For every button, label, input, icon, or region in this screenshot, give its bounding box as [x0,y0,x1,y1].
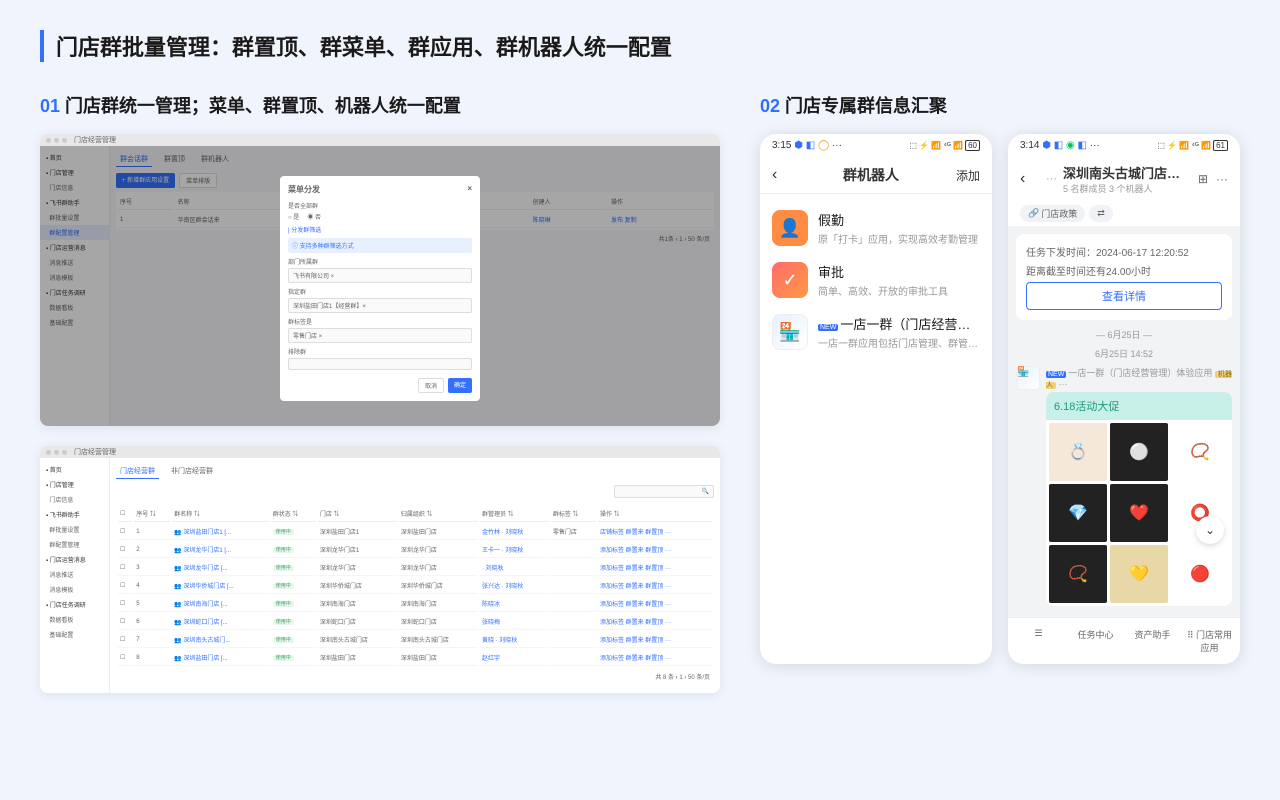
sidebar-item[interactable]: 群批量设置 [40,522,109,537]
chat-title: 深圳南头古城门店【... ▸ [1063,163,1192,182]
desktop-screenshot-1: 门店经营管理 ▪ 首页▪ 门店管理 门店信息▪ 飞书群助手 群批量设置 群配置管… [40,134,720,426]
sidebar-item[interactable]: 消息推送 [40,567,109,582]
table-row[interactable]: ☐6👥 深圳蛇口门店 [...使用中深圳蛇口门店深圳蛇口门店张晓梅添加标签 群置… [118,614,712,630]
dept-input[interactable]: 飞书有限公司 × [288,268,472,283]
search-input[interactable]: 🔍 [614,485,714,498]
sidebar-item[interactable]: ▪ 门店管理 [40,477,109,492]
sidebar-item[interactable]: 数据看板 [40,612,109,627]
policy-chip[interactable]: 🔗 门店政策 [1020,205,1085,222]
confirm-button[interactable]: 确定 [448,378,472,393]
scope-input[interactable]: 零售门店 × [288,328,472,343]
add-button[interactable]: 添加 [950,167,980,184]
sidebar-item[interactable]: 消息模板 [40,582,109,597]
distribute-modal: 菜单分发× 是否全部群 ○ 是 ◉ 否 | 分发群筛选 ⓘ 支持多种群筛选方式 … [280,176,480,401]
menu-icon[interactable]: ☰ [1012,624,1065,658]
sidebar-item[interactable]: ▪ 飞书群助手 [40,507,109,522]
sidebar-item[interactable]: ▪ 门店运营消息 [40,552,109,567]
cancel-button[interactable]: 取消 [418,378,444,393]
tab-task[interactable]: 任务中心 [1069,624,1122,658]
section-1-title: 01 门店群统一管理；菜单、群置顶、机器人统一配置 [40,92,720,118]
tab[interactable]: 门店经营群 [116,464,159,479]
back-icon[interactable]: ‹ [772,166,792,184]
main-title: 门店群批量管理：群置顶、群菜单、群应用、群机器人统一配置 [40,30,1240,62]
scroll-down-button[interactable]: ⌄ [1196,516,1224,544]
table-row[interactable]: ☐8👥 深圳盐田门店 [...使用中深圳盐田门店深圳盐田门店赵红宇添加标签 群置… [118,650,712,666]
bot-item[interactable]: ✓审批简单、高效、开放的审批工具 [772,254,980,306]
page-title: 群机器人 [792,165,950,185]
sidebar-item[interactable]: 门店信息 [40,492,109,507]
table-row[interactable]: ☐7👥 深圳南头古城门... 使用中深圳南头古城门店深圳南头古城门店黄晓 · 刘… [118,632,712,648]
target-input[interactable]: 深圳盐田门店1【经营群】× [288,298,472,313]
table-row[interactable]: ☐1👥 深圳盐田门店1 [...使用中深圳盐田门店1深圳盐田门店金竹林 · 刘晓… [118,524,712,540]
radio-yes[interactable]: ○ 是 [288,212,299,221]
more-icon[interactable]: ··· [1216,172,1228,186]
sidebar-item[interactable]: ▪ 首页 [40,462,109,477]
table-row[interactable]: ☐3👥 深圳龙华门店 [...使用中深圳龙华门店深圳龙华门店· 刘晓秋添加标签 … [118,560,712,576]
radio-no[interactable]: ◉ 否 [307,212,321,221]
view-details-button[interactable]: 查看详情 [1026,282,1222,310]
exclude-input[interactable] [288,358,472,370]
desktop-screenshot-2: 门店经营管理 ▪ 首页▪ 门店管理 门店信息▪ 飞书群助手 群批量设置 群配置管… [40,446,720,693]
sidebar-item[interactable]: 基础配置 [40,627,109,642]
phone-screenshot-1: 3:15 ⬢ ◧ ◯ ··· ⬚ ⚡ 📶 ⁴ᴳ 📶 60 ‹ 群机器人 添加 👤… [760,134,992,664]
swap-chip[interactable]: ⇄ [1089,205,1113,222]
tab-apps[interactable]: ⠿ 门店常用应用 [1183,624,1236,658]
close-icon[interactable]: × [467,184,472,195]
section-2-title: 02 门店专属群信息汇聚 [760,92,1240,118]
promo-title: 6.18活动大促 [1046,392,1232,420]
table-row[interactable]: ☐2👥 深圳龙华门店1 [...使用中深圳龙华门店1深圳龙华门店王卡一 · 刘晓… [118,542,712,558]
bot-item[interactable]: 👤假勤原「打卡」应用，实现高效考勤管理 [772,202,980,254]
table-row[interactable]: ☐4👥 深圳华侨城门店 [...使用中深圳华侨城门店深圳华侨城门店张兴达 · 刘… [118,578,712,594]
sidebar-item[interactable]: ▪ 门店任务调研 [40,597,109,612]
table-row[interactable]: ☐5👥 深圳南海门店 [...使用中深圳南海门店深圳南海门店陈晓冰添加标签 群置… [118,596,712,612]
avatar: 🏪 [1016,366,1040,390]
video-icon[interactable]: ⊞ [1198,172,1208,186]
sidebar-item[interactable]: 群配置管理 [40,537,109,552]
back-icon[interactable]: ‹ [1020,170,1040,188]
tab-asset[interactable]: 资产助手 [1126,624,1179,658]
bot-item[interactable]: 🏪NEW一店一群（门店经营管理）体...一店一群应用包括门店管理、群管理、... [772,306,980,358]
phone-screenshot-2: 3:14 ⬢ ◧ ◉ ◧ ··· ⬚ ⚡ 📶 ⁴ᴳ 📶 61 ‹ ··· 深圳南… [1008,134,1240,664]
pagination-2[interactable]: 共 8 条 ‹ 1 › 50 条/页 [116,668,714,685]
tab[interactable]: 非门店经营群 [167,464,217,479]
